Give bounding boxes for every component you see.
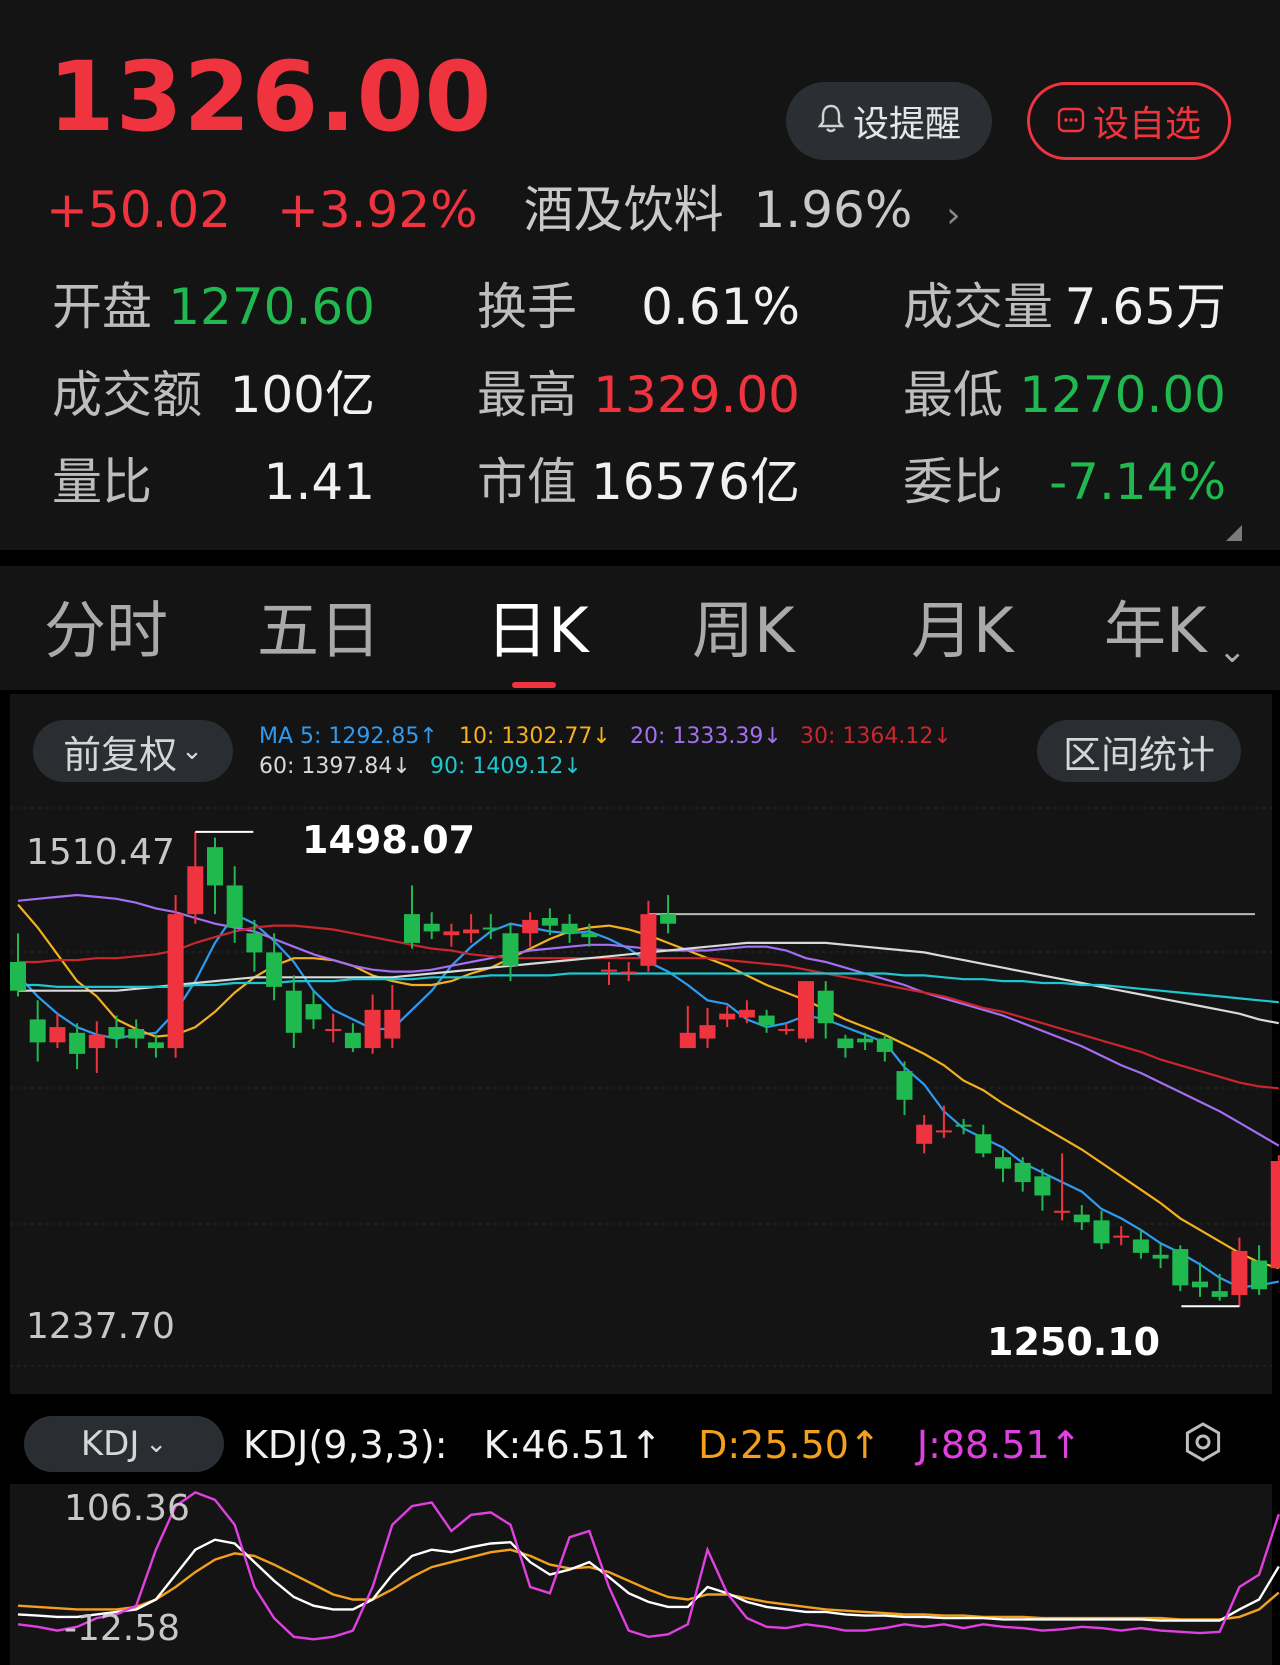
kdj-chart [17, 1491, 1280, 1641]
kdj-y-min-label: -12.58 [64, 1608, 181, 1649]
kdj-y-max-label: 106.36 [64, 1488, 190, 1529]
kdj-d-line [17, 1548, 1280, 1621]
kdj-k-line [17, 1538, 1280, 1622]
